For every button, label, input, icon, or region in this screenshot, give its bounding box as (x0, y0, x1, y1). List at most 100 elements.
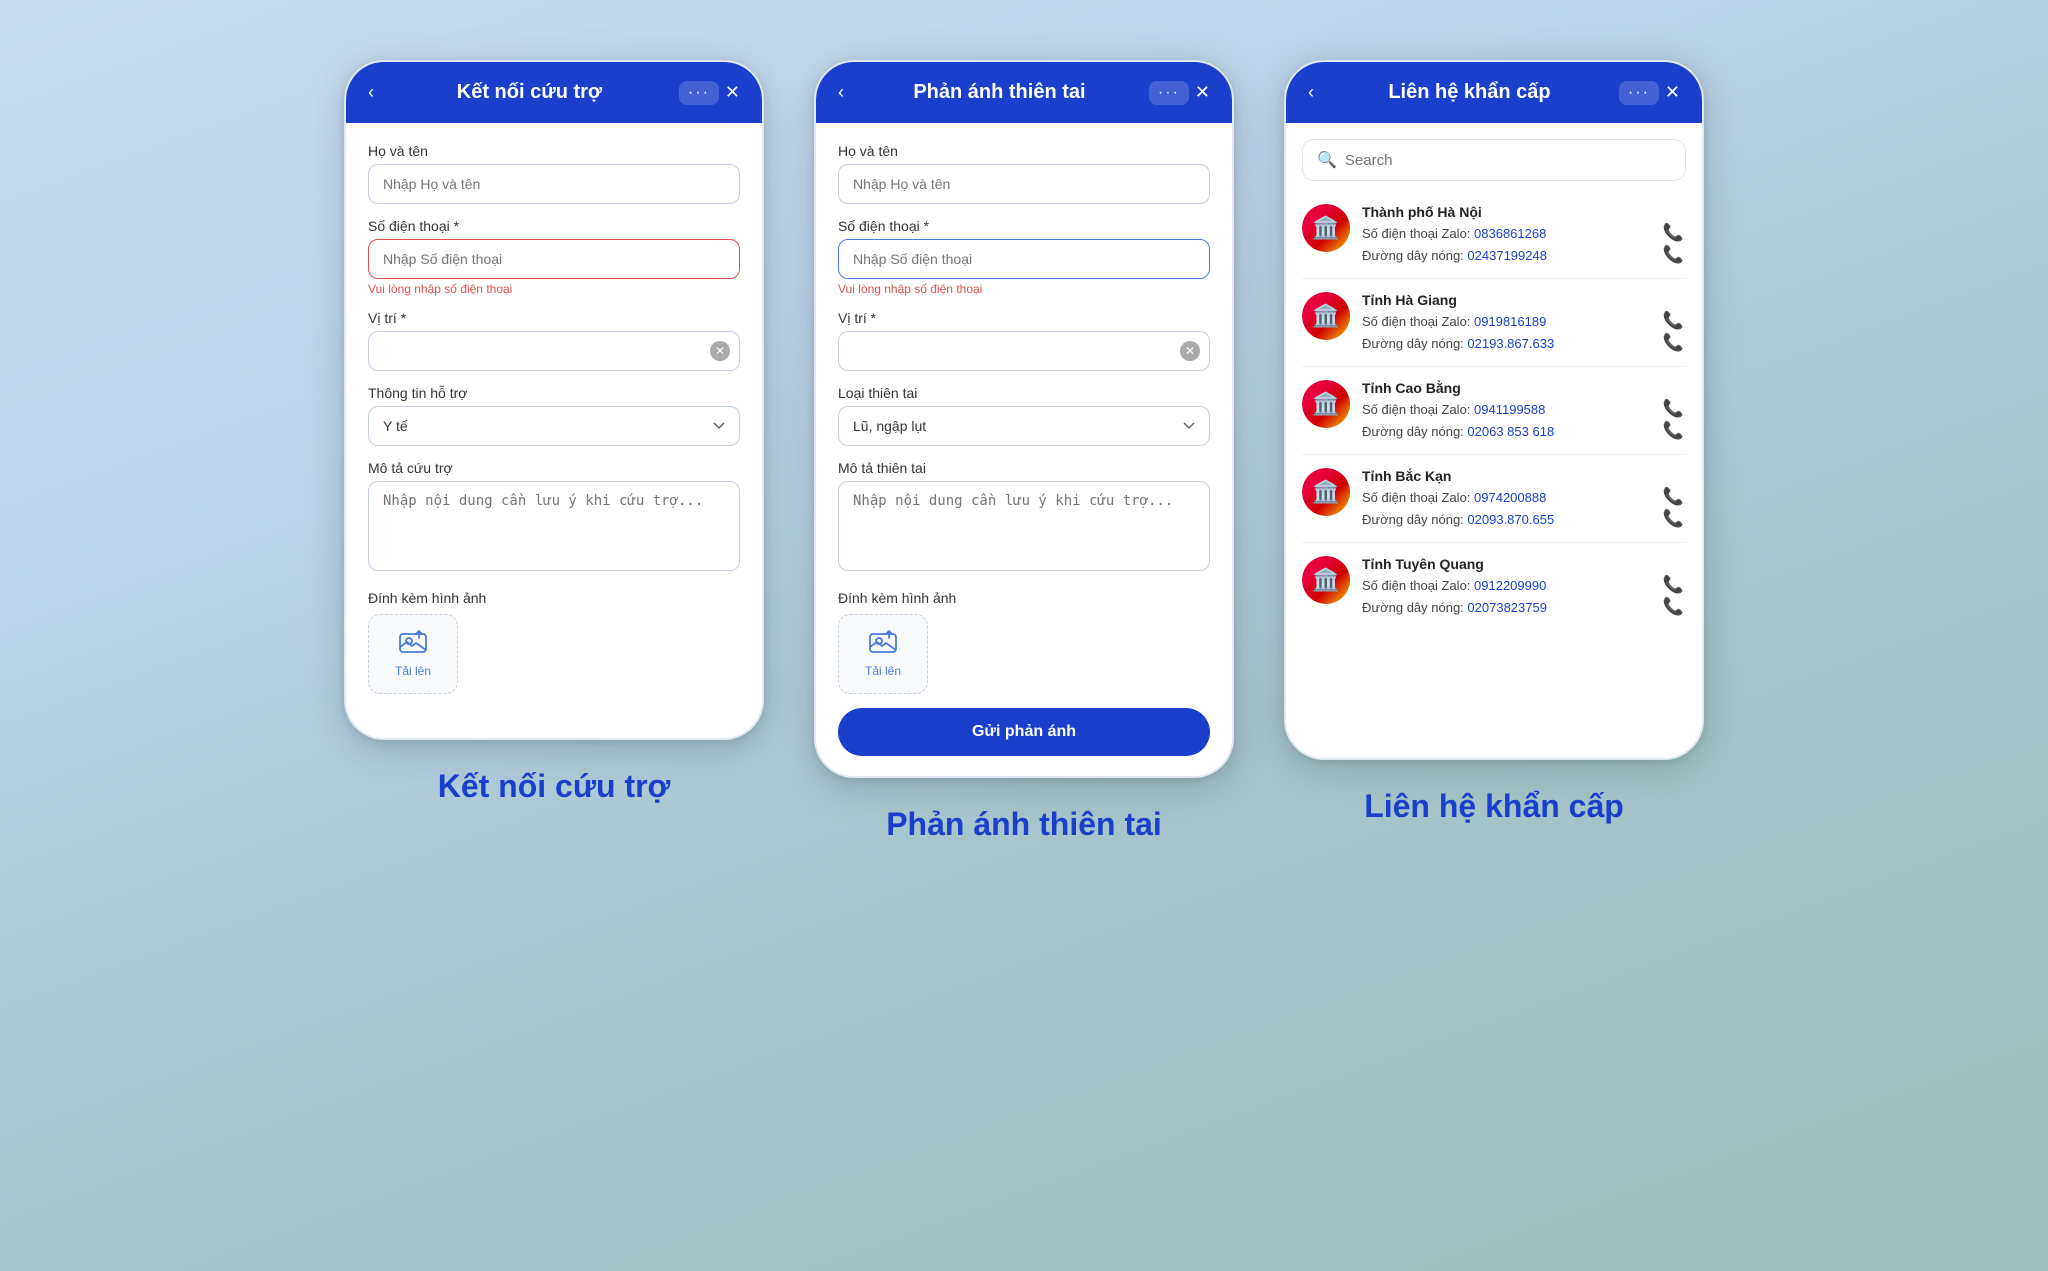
phone2-upload-text: Tải lên (865, 664, 901, 678)
contact-zalo-number-3: 0974200888 (1474, 490, 1546, 505)
phone2-sdt-input[interactable] (838, 239, 1210, 279)
contact-zalo-row-1: Số điện thoại Zalo: 0919816189 📞 (1362, 311, 1686, 331)
phone2-ho-ten-input[interactable] (838, 164, 1210, 204)
phone2-vitri-clear[interactable]: ✕ (1180, 341, 1200, 361)
contact-hotline-label-0: Đường dây nóng: 02437199248 (1362, 248, 1547, 263)
contact-avatar-2: 🏛️ (1302, 380, 1350, 428)
phone2-loai-label: Loại thiên tai (838, 385, 1210, 401)
phone3-search-bar: 🔍 (1302, 139, 1686, 181)
phone2-upload-box[interactable]: Tải lên (838, 614, 928, 694)
phone1-mota-textarea[interactable] (368, 481, 740, 571)
phone3-search-input[interactable] (1345, 152, 1671, 169)
phone1-sdt-label: Số điện thoại * (368, 218, 740, 234)
phone1-vitri-clear[interactable]: ✕ (710, 341, 730, 361)
contact-zalo-label-3: Số điện thoại Zalo: 0974200888 (1362, 490, 1546, 505)
contact-info-2: Tỉnh Cao Bằng Số điện thoại Zalo: 094119… (1362, 380, 1686, 441)
contact-hotline-number-2: 02063 853 618 (1467, 424, 1554, 439)
phone1-vitri-input[interactable] (368, 331, 740, 371)
phone2-dots-button[interactable]: ··· (1149, 81, 1189, 105)
contact-hotline-call-2[interactable]: 📞 (1661, 421, 1686, 441)
contact-zalo-label-0: Số điện thoại Zalo: 0836861268 (1362, 226, 1546, 241)
contact-zalo-row-3: Số điện thoại Zalo: 0974200888 📞 (1362, 487, 1686, 507)
contact-item-1: 🏛️ Tỉnh Hà Giang Số điện thoại Zalo: 091… (1302, 279, 1686, 367)
phone2-title: Phản ánh thiên tai (850, 81, 1149, 104)
phone3-dots-button[interactable]: ··· (1619, 81, 1659, 105)
phone2-mota-textarea[interactable] (838, 481, 1210, 571)
phone3: ‹ Liên hệ khẩn cấp ··· ✕ 🔍 🏛️ Thà (1284, 60, 1704, 760)
contact-hotline-call-1[interactable]: 📞 (1661, 333, 1686, 353)
contact-zalo-number-1: 0919816189 (1474, 314, 1546, 329)
contact-hotline-row-2: Đường dây nóng: 02063 853 618 📞 (1362, 421, 1686, 441)
contact-region-0: Thành phố Hà Nội (1362, 204, 1686, 220)
contact-zalo-row-0: Số điện thoại Zalo: 0836861268 📞 (1362, 223, 1686, 243)
phone1-sdt-input[interactable] (368, 239, 740, 279)
contact-zalo-number-0: 0836861268 (1474, 226, 1546, 241)
contact-zalo-row-4: Số điện thoại Zalo: 0912209990 📞 (1362, 575, 1686, 595)
phone3-caption: Liên hệ khẩn cấp (1364, 788, 1624, 825)
contact-zalo-label-1: Số điện thoại Zalo: 0919816189 (1362, 314, 1546, 329)
phone1-upload-text: Tải lên (395, 664, 431, 678)
phone2-back-button[interactable]: ‹ (832, 80, 850, 105)
phone2-sdt-label: Số điện thoại * (838, 218, 1210, 234)
phone3-title: Liên hệ khẩn cấp (1320, 81, 1619, 104)
contact-zalo-number-2: 0941199588 (1474, 402, 1545, 417)
phone1-dots-button[interactable]: ··· (679, 81, 719, 105)
phone2-vitri-label: Vị trí * (838, 310, 1210, 326)
phone2-loai-select[interactable]: Lũ, ngập lụt (838, 406, 1210, 446)
contact-zalo-call-1[interactable]: 📞 (1661, 311, 1686, 331)
phones-container: ‹ Kết nối cứu trợ ··· ✕ Họ và tên Số điệ… (0, 60, 2048, 843)
phone1-sdt-error: Vui lòng nhập số điện thoại (368, 282, 740, 296)
phone2-vitri-wrapper: ✕ (838, 331, 1210, 371)
contact-hotline-call-3[interactable]: 📞 (1661, 509, 1686, 529)
contact-item-0: 🏛️ Thành phố Hà Nội Số điện thoại Zalo: … (1302, 191, 1686, 279)
avatar-img-0: 🏛️ (1302, 204, 1350, 252)
contact-zalo-call-2[interactable]: 📞 (1661, 399, 1686, 419)
phone2-attach-label: Đính kèm hình ảnh (838, 590, 1210, 606)
contact-info-4: Tỉnh Tuyên Quang Số điện thoại Zalo: 091… (1362, 556, 1686, 617)
phone3-body: 🔍 🏛️ Thành phố Hà Nội Số điện thoại Zalo… (1286, 123, 1702, 758)
contact-region-1: Tỉnh Hà Giang (1362, 292, 1686, 308)
contact-avatar-0: 🏛️ (1302, 204, 1350, 252)
phone1-ho-ten-label: Họ và tên (368, 143, 740, 159)
phone1-upload-icon (399, 630, 427, 660)
phone3-back-button[interactable]: ‹ (1302, 80, 1320, 105)
contact-info-3: Tỉnh Bắc Kạn Số điện thoại Zalo: 0974200… (1362, 468, 1686, 529)
phone1-upload-box[interactable]: Tải lên (368, 614, 458, 694)
contact-hotline-label-3: Đường dây nóng: 02093.870.655 (1362, 512, 1554, 527)
avatar-img-3: 🏛️ (1302, 468, 1350, 516)
phone2-upload-icon (869, 630, 897, 660)
phone1-body: Họ và tên Số điện thoại * Vui lòng nhập … (346, 123, 762, 738)
contact-hotline-row-3: Đường dây nóng: 02093.870.655 📞 (1362, 509, 1686, 529)
contact-zalo-label-4: Số điện thoại Zalo: 0912209990 (1362, 578, 1546, 593)
phone1-attach-label: Đính kèm hình ảnh (368, 590, 740, 606)
phone1-caption: Kết nối cứu trợ (438, 768, 671, 805)
phone1-back-button[interactable]: ‹ (362, 80, 380, 105)
contact-item-4: 🏛️ Tỉnh Tuyên Quang Số điện thoại Zalo: … (1302, 543, 1686, 630)
phone1-mota-label: Mô tả cứu trợ (368, 460, 740, 476)
contact-hotline-row-4: Đường dây nóng: 02073823759 📞 (1362, 597, 1686, 617)
contact-zalo-call-4[interactable]: 📞 (1661, 575, 1686, 595)
contact-zalo-call-3[interactable]: 📞 (1661, 487, 1686, 507)
phone2-ho-ten-label: Họ và tên (838, 143, 1210, 159)
contact-hotline-call-0[interactable]: 📞 (1661, 245, 1686, 265)
phone1-close-button[interactable]: ✕ (719, 80, 746, 105)
contact-hotline-number-3: 02093.870.655 (1467, 512, 1554, 527)
phone1-thongtin-label: Thông tin hỗ trợ (368, 385, 740, 401)
contact-avatar-4: 🏛️ (1302, 556, 1350, 604)
phone1-thongtin-select[interactable]: Y tế (368, 406, 740, 446)
phone1-wrapper: ‹ Kết nối cứu trợ ··· ✕ Họ và tên Số điệ… (344, 60, 764, 805)
phone1-header: ‹ Kết nối cứu trợ ··· ✕ (346, 62, 762, 123)
phone1-ho-ten-input[interactable] (368, 164, 740, 204)
phone2-wrapper: ‹ Phản ánh thiên tai ··· ✕ Họ và tên Số … (814, 60, 1234, 843)
contact-region-3: Tỉnh Bắc Kạn (1362, 468, 1686, 484)
phone3-close-button[interactable]: ✕ (1659, 80, 1686, 105)
contact-zalo-call-0[interactable]: 📞 (1661, 223, 1686, 243)
phone2-vitri-input[interactable] (838, 331, 1210, 371)
contact-hotline-label-1: Đường dây nóng: 02193.867.633 (1362, 336, 1554, 351)
contact-hotline-call-4[interactable]: 📞 (1661, 597, 1686, 617)
phone1-title: Kết nối cứu trợ (380, 81, 679, 104)
contact-avatar-3: 🏛️ (1302, 468, 1350, 516)
phone2-submit-button[interactable]: Gửi phản ánh (838, 708, 1210, 756)
contact-hotline-number-0: 02437199248 (1467, 248, 1547, 263)
phone2-close-button[interactable]: ✕ (1189, 80, 1216, 105)
